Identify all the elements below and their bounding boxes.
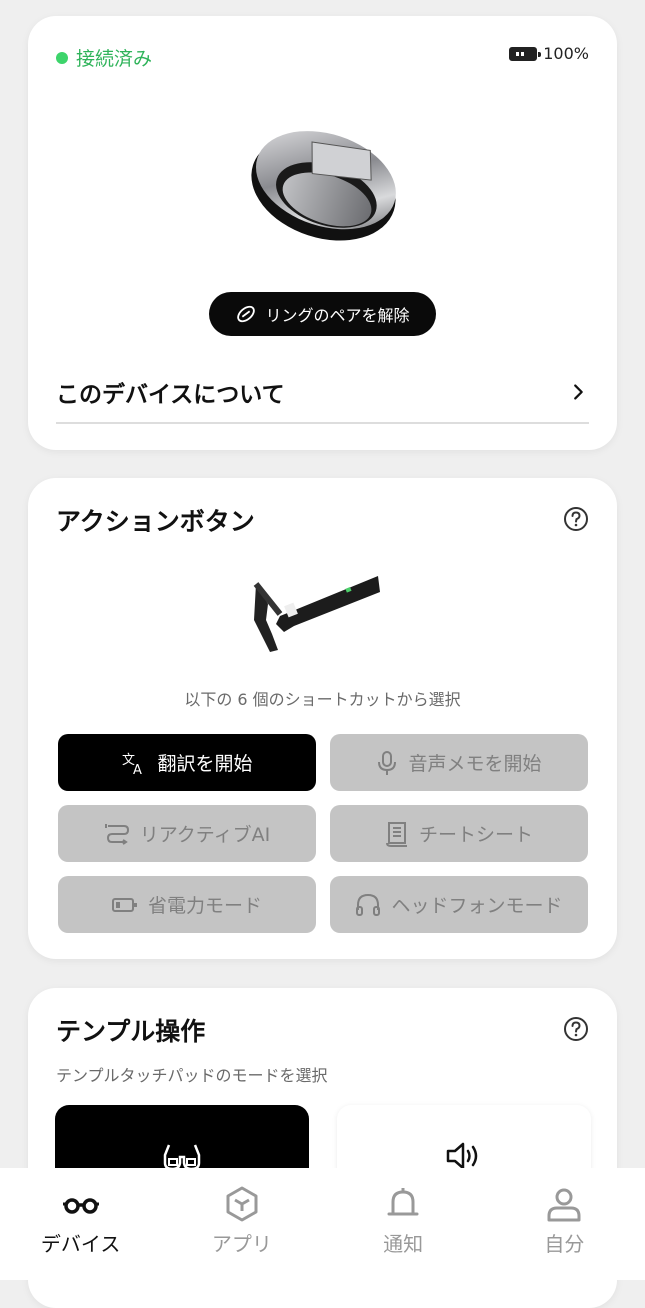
temple-title: テンプル操作 — [56, 1017, 206, 1046]
svg-text:A: A — [133, 763, 142, 776]
shortcut-hint: 以下の 6 個のショートカットから選択 — [184, 690, 461, 709]
device-card: 接続済み 100% リングのペアを解除 このデバイスについて — [28, 16, 617, 450]
action-button-card: アクションボタン 以下の 6 個のショートカットから選択 文 A 翻訳を開始 音… — [28, 478, 617, 959]
nav-item-me[interactable]: 自分 — [484, 1168, 645, 1280]
shortcut-headphone-mode-button[interactable]: ヘッドフォンモード — [330, 876, 588, 933]
about-device-row[interactable]: このデバイスについて — [56, 362, 589, 424]
app-cube-icon — [226, 1186, 258, 1222]
shortcut-power-saving-button[interactable]: 省電力モード — [58, 876, 316, 933]
bell-icon — [387, 1188, 419, 1216]
temple-subtitle: テンプルタッチパッドのモードを選択 — [56, 1066, 328, 1085]
help-icon[interactable] — [563, 1016, 589, 1042]
battery-indicator: 100% — [509, 44, 589, 63]
reactive-ai-icon — [104, 823, 129, 845]
bottom-navigation: デバイス アプリ 通知 自分 — [0, 1168, 645, 1280]
shortcut-label: ヘッドフォンモード — [391, 895, 563, 917]
nav-label-notifications: 通知 — [383, 1232, 424, 1256]
ring-image — [240, 108, 410, 258]
shortcut-label: リアクティブAI — [139, 824, 271, 846]
shortcut-translate-button[interactable]: 文 A 翻訳を開始 — [58, 734, 316, 791]
nav-item-device[interactable]: デバイス — [0, 1168, 161, 1280]
connection-status: 接続済み — [56, 44, 152, 71]
shortcut-label: 省電力モード — [147, 895, 262, 917]
unpair-ring-button[interactable]: リングのペアを解除 — [209, 292, 436, 336]
glasses-icon — [62, 1198, 99, 1214]
shortcut-cheat-sheet-button[interactable]: チートシート — [330, 805, 588, 862]
battery-low-icon — [111, 897, 137, 912]
document-icon — [385, 821, 407, 847]
speaker-icon — [446, 1142, 478, 1170]
status-dot-icon — [56, 51, 68, 64]
nav-item-notifications[interactable]: 通知 — [323, 1168, 484, 1280]
microphone-icon — [378, 750, 397, 775]
glasses-image — [250, 574, 382, 658]
nav-label-apps: アプリ — [211, 1232, 272, 1256]
link-icon — [237, 305, 256, 323]
chevron-right-icon — [574, 384, 583, 400]
unpair-label: リングのペアを解除 — [265, 306, 410, 325]
translate-icon: 文 A — [122, 753, 142, 776]
headphones-icon — [356, 893, 381, 916]
person-icon — [547, 1188, 581, 1222]
action-title: アクションボタン — [56, 507, 255, 536]
shortcut-voice-memo-button[interactable]: 音声メモを開始 — [330, 734, 588, 791]
shortcut-label: 翻訳を開始 — [157, 753, 253, 775]
shortcut-label: チートシート — [418, 824, 533, 846]
status-label: 接続済み — [76, 48, 153, 70]
shortcut-reactive-ai-button[interactable]: リアクティブAI — [58, 805, 316, 862]
about-device-label: このデバイスについて — [56, 382, 285, 408]
battery-percent: 100% — [543, 44, 589, 63]
shortcut-label: 音声メモを開始 — [408, 753, 542, 775]
nav-label-device: デバイス — [40, 1232, 121, 1256]
nav-item-apps[interactable]: アプリ — [161, 1168, 322, 1280]
nav-label-me: 自分 — [544, 1232, 585, 1256]
help-icon[interactable] — [563, 506, 589, 532]
battery-icon — [509, 46, 542, 61]
